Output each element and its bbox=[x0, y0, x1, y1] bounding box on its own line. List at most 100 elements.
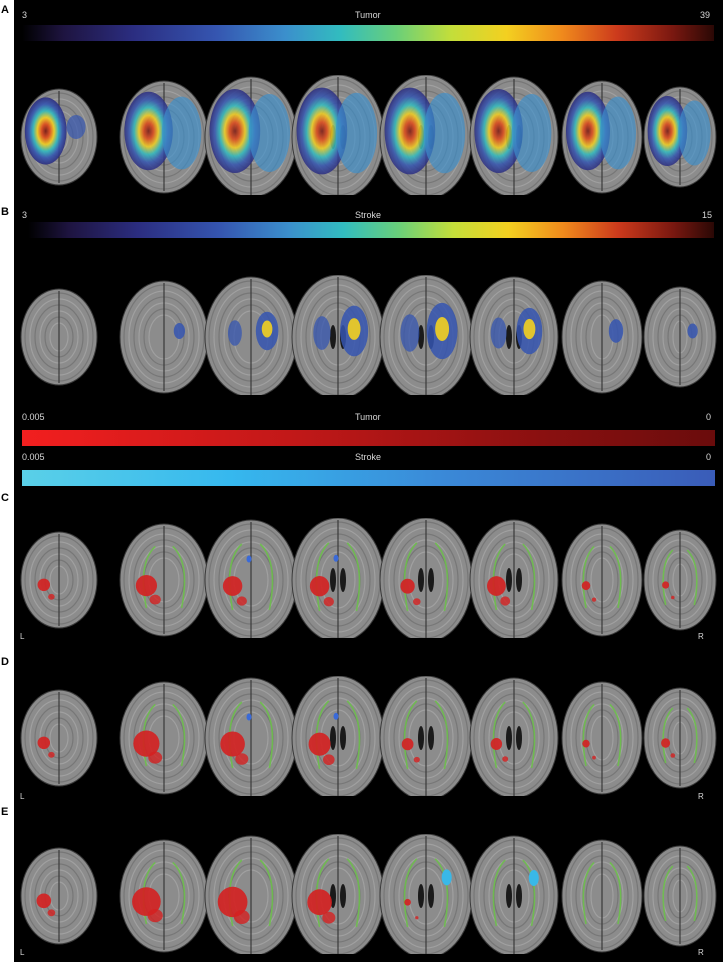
tumor-overlay bbox=[581, 581, 591, 591]
ventricle bbox=[418, 726, 424, 750]
heatmap-overlay bbox=[523, 318, 536, 340]
ventricle bbox=[506, 568, 512, 592]
ventricle bbox=[428, 884, 434, 908]
tumor-overlay bbox=[48, 593, 55, 600]
brain-slice bbox=[561, 681, 643, 795]
panel-a-letter: A bbox=[1, 4, 9, 16]
brain-slice bbox=[561, 523, 643, 637]
tumor-overlay bbox=[307, 889, 332, 916]
brain-slice bbox=[119, 80, 209, 194]
panel-a-scale-title: Tumor bbox=[355, 10, 381, 20]
tumor-overlay bbox=[323, 596, 334, 607]
tumor-overlay bbox=[400, 578, 415, 594]
panel-b-scale-title: Stroke bbox=[355, 210, 382, 220]
heatmap-overlay bbox=[423, 92, 466, 174]
tumor-overlay bbox=[661, 738, 671, 748]
tumor-overlay bbox=[500, 596, 511, 606]
brain-slice bbox=[204, 835, 298, 954]
ventricle bbox=[516, 568, 522, 592]
tumor-overlay bbox=[308, 732, 331, 756]
brain-slice bbox=[379, 75, 473, 195]
heatmap-overlay bbox=[261, 320, 273, 338]
brain-slice bbox=[469, 835, 559, 954]
stroke-scale-max: 0 bbox=[706, 452, 712, 462]
brain-slice bbox=[469, 76, 559, 195]
tumor-overlay bbox=[235, 753, 249, 765]
heatmap-overlay bbox=[400, 314, 420, 352]
tumor-overlay bbox=[222, 576, 243, 596]
brain-slice bbox=[119, 523, 209, 637]
tumor-overlay bbox=[413, 598, 421, 606]
heatmap-overlay bbox=[335, 92, 378, 174]
stroke-colorbar bbox=[22, 470, 715, 486]
brain-slice bbox=[20, 531, 98, 629]
panel-c-brain-row bbox=[20, 518, 717, 638]
heatmap-overlay bbox=[313, 316, 331, 350]
tumor-overlay bbox=[37, 736, 51, 750]
tumor-overlay bbox=[401, 738, 414, 751]
ventricle bbox=[340, 726, 346, 750]
tumor-overlay bbox=[147, 909, 163, 923]
tumor-overlay bbox=[322, 754, 335, 766]
brain-slice bbox=[379, 518, 473, 638]
panel-a-colorbar bbox=[22, 25, 714, 41]
brain-slice bbox=[561, 280, 643, 394]
brain-slice bbox=[204, 276, 298, 395]
heatmap-overlay bbox=[490, 317, 507, 349]
tumor-overlay bbox=[236, 596, 247, 606]
brain-slice bbox=[119, 280, 209, 394]
tumor-overlay bbox=[662, 581, 670, 589]
brain-slice bbox=[20, 288, 98, 386]
ventricle bbox=[418, 884, 424, 908]
heatmap-overlay bbox=[66, 115, 86, 139]
tumor-overlay bbox=[37, 578, 51, 592]
stroke-scale-title: Stroke bbox=[355, 452, 382, 462]
tumor-overlay bbox=[148, 751, 163, 764]
panel-d-brain-row bbox=[20, 676, 717, 796]
brain-slice bbox=[561, 80, 643, 194]
tumor-overlay bbox=[670, 595, 675, 600]
tumor-overlay bbox=[36, 893, 52, 909]
ventricle bbox=[418, 568, 424, 592]
ventricle bbox=[340, 568, 346, 592]
heatmap-overlay bbox=[600, 96, 636, 170]
stroke-overlay bbox=[441, 869, 452, 886]
heatmap-overlay bbox=[227, 320, 242, 346]
tumor-scale-title: Tumor bbox=[355, 412, 381, 422]
tumor-scale-max: 0 bbox=[706, 412, 712, 422]
tumor-overlay bbox=[490, 738, 503, 750]
brain-slice bbox=[469, 276, 559, 395]
brain-slice bbox=[291, 676, 385, 796]
brain-slice bbox=[119, 681, 209, 795]
panel-b-letter: B bbox=[1, 206, 9, 218]
brain-slice bbox=[469, 677, 559, 796]
brain-slice bbox=[643, 529, 717, 631]
brain-slice bbox=[379, 676, 473, 796]
panel-e-brain-row bbox=[20, 834, 717, 954]
panel-a-brain-row bbox=[20, 75, 717, 195]
tumor-overlay bbox=[415, 916, 419, 920]
brain-slice bbox=[379, 834, 473, 954]
tumor-overlay bbox=[404, 898, 411, 906]
ventricle bbox=[330, 568, 336, 592]
heatmap-overlay bbox=[161, 96, 202, 170]
stroke-overlay bbox=[246, 555, 252, 563]
panel-a-scale-max: 39 bbox=[700, 10, 711, 20]
tumor-scale-min: 0.005 bbox=[22, 412, 45, 422]
brain-slice bbox=[291, 834, 385, 954]
ventricle bbox=[340, 884, 346, 908]
heatmap-overlay bbox=[248, 94, 291, 172]
tumor-overlay bbox=[149, 594, 161, 605]
tumor-overlay bbox=[309, 576, 330, 597]
heatmap-overlay bbox=[347, 318, 361, 340]
stroke-overlay bbox=[333, 712, 339, 720]
brain-slice bbox=[643, 286, 717, 388]
brain-slice bbox=[20, 847, 98, 945]
tumor-overlay bbox=[233, 910, 250, 924]
tumor-overlay bbox=[413, 756, 420, 763]
brain-slice bbox=[643, 687, 717, 789]
ventricle bbox=[516, 884, 522, 908]
tumor-colorbar bbox=[22, 430, 715, 446]
brain-slice bbox=[204, 76, 298, 195]
tumor-overlay bbox=[135, 574, 158, 597]
